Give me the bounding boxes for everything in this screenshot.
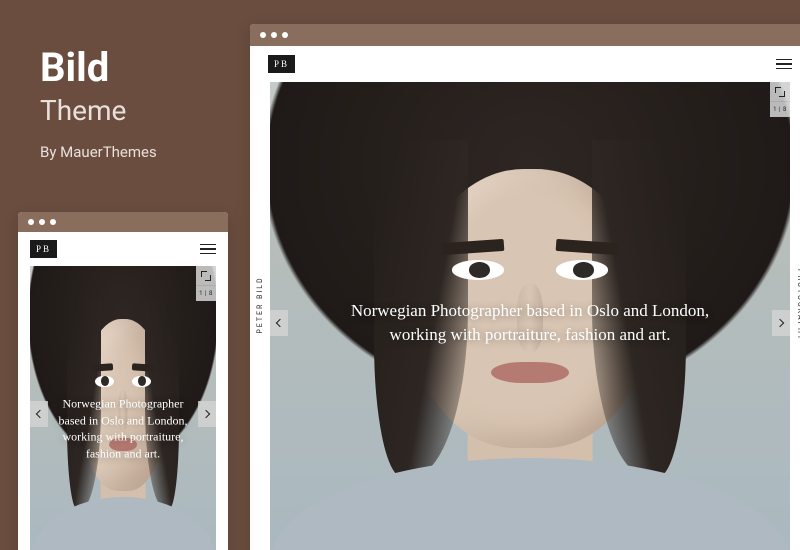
chevron-left-icon [276, 319, 284, 327]
traffic-light-dot [50, 219, 56, 225]
slide-counter: 1 | 8 [773, 102, 787, 117]
chevron-right-icon [202, 410, 210, 418]
hero-slider: 1 | 8 Norwegian Photographer based in Os… [270, 82, 790, 550]
desktop-preview-window: PB PETER BILD PHOTOGRAPHY 1 | [250, 24, 800, 550]
prev-slide-button[interactable] [270, 310, 288, 336]
next-slide-button[interactable] [198, 401, 216, 427]
mobile-preview-window: PB 1 | 8 N [18, 212, 228, 550]
slide-counter: 1 | 8 [199, 286, 213, 301]
traffic-light-dot [39, 219, 45, 225]
theme-title: Bild [40, 48, 157, 88]
traffic-light-dot [260, 32, 266, 38]
chevron-left-icon [36, 410, 44, 418]
expand-icon [201, 271, 211, 281]
side-label-left: PETER BILD [256, 276, 264, 333]
theme-subtitle: Theme [40, 94, 157, 127]
slide-counter-box: 1 | 8 [196, 266, 216, 301]
window-titlebar [250, 24, 800, 46]
promo-block: Bild Theme By MauerThemes [40, 48, 157, 161]
side-label-right: PHOTOGRAPHY [796, 269, 800, 341]
window-titlebar [18, 212, 228, 232]
slide-counter-box: 1 | 8 [770, 82, 790, 117]
prev-slide-button[interactable] [30, 401, 48, 427]
site-logo[interactable]: PB [30, 240, 57, 258]
site-logo[interactable]: PB [268, 55, 295, 73]
hero-caption: Norwegian Photographer based in Oslo and… [322, 299, 738, 347]
site-header: PB [250, 46, 800, 82]
traffic-light-dot [28, 219, 34, 225]
chevron-right-icon [776, 319, 784, 327]
fullscreen-button[interactable] [770, 82, 790, 102]
traffic-light-dot [282, 32, 288, 38]
menu-icon[interactable] [776, 59, 792, 70]
fullscreen-button[interactable] [196, 266, 216, 286]
hero-slider: 1 | 8 Norwegian Photographer based in Os… [30, 266, 216, 550]
menu-icon[interactable] [200, 244, 216, 255]
traffic-light-dot [271, 32, 277, 38]
expand-icon [775, 87, 785, 97]
theme-byline: By MauerThemes [40, 143, 157, 161]
hero-caption: Norwegian Photographer based in Oslo and… [49, 395, 198, 462]
next-slide-button[interactable] [772, 310, 790, 336]
site-header: PB [18, 232, 228, 266]
